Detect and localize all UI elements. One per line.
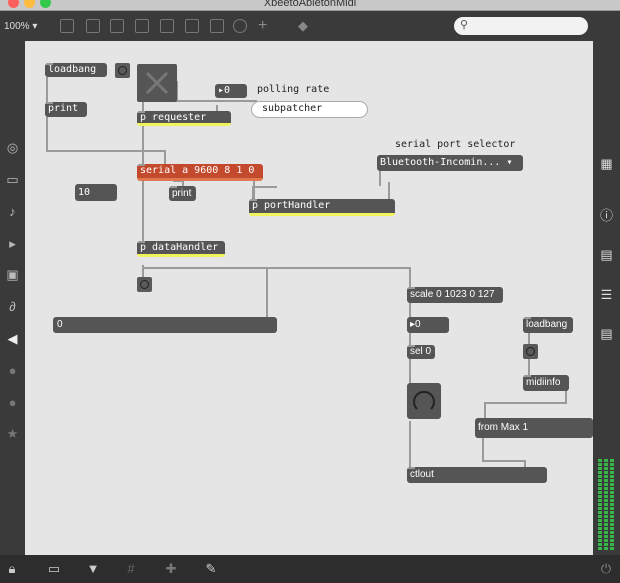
debug-icon[interactable]: ✚ <box>163 561 179 577</box>
number-box-10[interactable]: 10 <box>75 184 117 201</box>
data-handler-subpatch[interactable]: p dataHandler <box>137 241 225 257</box>
presentation-icon[interactable]: ▭ <box>46 561 62 577</box>
board-icon[interactable]: ▼ <box>85 561 101 577</box>
new-number-icon[interactable] <box>185 19 199 33</box>
horizontal-slider[interactable]: 0 <box>53 317 277 333</box>
loadbang-midi-object[interactable]: loadbang <box>523 317 573 333</box>
sel-object[interactable]: sel 0 <box>407 345 435 359</box>
book-icon[interactable]: ▤ <box>598 246 615 263</box>
new-message-icon[interactable] <box>86 19 100 33</box>
star-icon[interactable]: ★ <box>4 425 21 442</box>
left-sidebar: ◎ ▭ ♪ ▸ ▣ ∂ ◀ ● ● ★ <box>0 41 25 555</box>
meter-bar <box>604 458 608 550</box>
new-object-icon[interactable] <box>60 19 74 33</box>
print-object[interactable]: print <box>45 102 87 117</box>
print-object-mid[interactable]: print <box>169 186 196 201</box>
bang-button-midi[interactable] <box>523 344 538 359</box>
subpatcher-message[interactable]: subpatcher <box>251 101 368 118</box>
close-icon <box>145 71 169 95</box>
toggle[interactable] <box>137 64 177 102</box>
coin-icon[interactable]: ● <box>4 394 21 411</box>
dial[interactable] <box>407 383 441 419</box>
midiinfo-object[interactable]: midiinfo <box>523 375 569 391</box>
serial-port-selector-comment: serial port selector <box>395 139 516 150</box>
circle-icon[interactable]: ● <box>4 362 21 379</box>
port-handler-subpatch[interactable]: p portHandler <box>249 199 395 216</box>
requester-subpatch[interactable]: p requester <box>137 111 231 126</box>
zoom-dropdown[interactable]: 100% ▾ <box>4 21 37 32</box>
new-slider-icon[interactable] <box>210 19 224 33</box>
title-bar: XbeetoAbletonMidi <box>0 0 620 11</box>
new-toggle-icon[interactable] <box>160 19 174 33</box>
midi-device-menu[interactable]: from Max 1 <box>475 418 593 438</box>
patcher-canvas[interactable]: loadbang print ▸0 polling rate subpatche… <box>25 41 593 555</box>
ctlout-object[interactable]: ctlout <box>407 467 547 483</box>
lock-icon[interactable]: 🔒︎ <box>4 561 20 577</box>
image-icon[interactable]: ▣ <box>4 266 21 283</box>
wrench-icon[interactable]: ✎ <box>203 561 219 577</box>
step-icon[interactable]: ▸ <box>4 235 21 252</box>
new-button-icon[interactable] <box>135 19 149 33</box>
search-icon: ⚲ <box>460 19 469 31</box>
paperclip-icon[interactable]: ∂ <box>4 298 21 315</box>
number-box-polling[interactable]: ▸0 <box>215 84 247 98</box>
list-icon[interactable]: ☰ <box>598 286 615 303</box>
loadbang-object[interactable]: loadbang <box>45 63 107 77</box>
console-icon[interactable]: ▭ <box>4 171 21 188</box>
info-icon[interactable]: ⓘ <box>598 207 615 224</box>
bottom-bar: 🔒︎ ▭ ▼ # ✚ ✎ ⏻ <box>0 555 620 583</box>
meter-bar <box>598 458 602 550</box>
toolbar: 100% ▾ + ◆ ⚲ <box>0 11 620 41</box>
number-box-scaled[interactable]: ▸0 <box>407 317 449 333</box>
bang-button[interactable] <box>115 63 130 78</box>
plug-icon[interactable]: ◀ <box>4 330 21 347</box>
scale-object[interactable]: scale 0 1023 0 127 <box>407 287 503 303</box>
polling-rate-comment: polling rate <box>257 84 330 95</box>
power-icon[interactable]: ⏻ <box>598 561 614 577</box>
reference-icon[interactable]: ▤ <box>598 325 615 342</box>
serial-port-menu[interactable]: Bluetooth-Incomin... ▾ <box>377 155 523 171</box>
grid-icon[interactable]: ▦ <box>598 155 615 172</box>
search-input[interactable]: ⚲ <box>454 17 588 35</box>
target-icon[interactable]: ◎ <box>4 139 21 156</box>
music-note-icon[interactable]: ♪ <box>4 203 21 220</box>
window-title: XbeetoAbletonMidi <box>263 0 357 9</box>
new-comment-icon[interactable] <box>110 19 124 33</box>
serial-object[interactable]: serial a 9600 8 1 0 <box>137 164 263 181</box>
bang-button-data[interactable] <box>137 277 152 292</box>
paint-bucket-icon[interactable]: ◆ <box>298 19 312 33</box>
add-object-icon[interactable]: + <box>258 18 272 34</box>
meter-bar <box>610 458 614 550</box>
level-meters <box>596 458 616 550</box>
new-dial-icon[interactable] <box>233 19 247 33</box>
grid-icon[interactable]: # <box>123 561 139 577</box>
